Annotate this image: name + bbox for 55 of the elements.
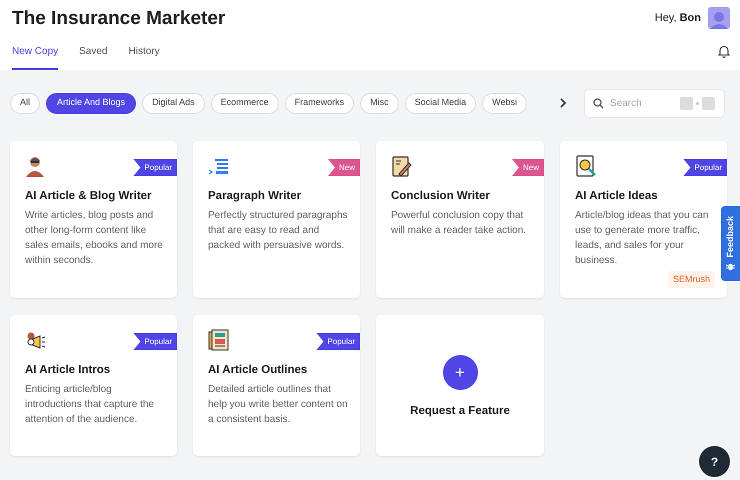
badge: Popular	[133, 333, 177, 350]
category-pill[interactable]: Ecommerce	[210, 92, 279, 114]
bug-icon	[726, 262, 735, 271]
greeting: Hey, Bon	[654, 10, 701, 26]
badge: Popular	[683, 159, 727, 176]
search-bar[interactable]: Search	[584, 88, 725, 118]
card-title: AI Article Ideas	[575, 189, 659, 204]
request-feature-card[interactable]: + Request a Feature	[376, 315, 544, 456]
shortcut-key-icon	[680, 96, 693, 110]
request-feature-label: Request a Feature	[410, 404, 510, 419]
tool-card[interactable]: Popular AI Article Ideas Article/blog ideas that you can use to generate more traffic, leads, and sales for your business. SEMrush	[560, 141, 727, 298]
badge: New	[328, 159, 360, 176]
category-pill[interactable]: Social Media	[404, 92, 476, 114]
category-pill[interactable]: Misc	[360, 92, 399, 114]
card-title: AI Article Intros	[25, 363, 112, 378]
search-field[interactable]: Search	[610, 96, 674, 110]
badge: Popular	[316, 333, 360, 350]
feedback-tab[interactable]: Feedback	[721, 206, 740, 281]
tool-card[interactable]: Popular AI Article Outlines Detailed article outlines that help you write better content on a consistent basis.	[193, 315, 360, 456]
card-title: Conclusion Writer	[391, 189, 491, 204]
category-pill[interactable]: Digital Ads	[142, 92, 205, 114]
person-icon	[25, 155, 46, 177]
card-description: Perfectly structured paragraphs that are easy to read and packed with persuasive words.	[208, 209, 348, 254]
add-button[interactable]: +	[442, 354, 478, 390]
search-icon	[593, 98, 604, 108]
card-title: AI Article & Blog Writer	[25, 189, 153, 204]
shortcut-key-icon	[702, 96, 715, 110]
card-title: AI Article Outlines	[208, 363, 308, 378]
tab[interactable]: Saved	[79, 44, 108, 70]
card-description: Write articles, blog posts and other long-form content like sales emails, ebooks and more within seconds.	[25, 209, 164, 268]
category-pill[interactable]: Websi	[482, 92, 527, 114]
badge: New	[512, 159, 544, 176]
card-description: Detailed article outlines that help you write better content on a consistent basis.	[208, 383, 348, 428]
tab[interactable]: New Copy	[12, 44, 58, 70]
newspaper-icon	[208, 329, 229, 351]
tool-card[interactable]: Popular AI Article & Blog Writer Write articles, blog posts and other long-form content like sales emails, ebooks and more within seconds.	[10, 141, 177, 298]
app-title: The Insurance Marketer	[12, 8, 226, 28]
tag: SEMrush	[668, 270, 715, 288]
card-description: Enticing article/blog introductions that capture the attention of the audience.	[25, 383, 155, 428]
tab[interactable]: History	[128, 44, 160, 70]
tool-card[interactable]: New Conclusion Writer Powerful conclusion copy that will make a reader take action.	[376, 141, 544, 298]
notepad-icon	[391, 155, 412, 177]
category-pill[interactable]: Article And Blogs	[46, 92, 136, 114]
category-pill[interactable]: All	[10, 92, 40, 114]
help-button[interactable]: ?	[699, 446, 730, 477]
card-description: Article/blog ideas that you can use to generate more traffic, leads, and sales for your business.	[575, 209, 710, 268]
magnifier-icon	[575, 155, 596, 177]
category-pill[interactable]: Frameworks	[284, 92, 354, 114]
card-description: Powerful conclusion copy that will make a reader take action.	[391, 209, 528, 238]
badge: Popular	[133, 159, 177, 176]
chevron-right-icon[interactable]	[559, 97, 567, 109]
tool-card[interactable]: Popular AI Article Intros Enticing article/blog introductions that capture the attention of the audience.	[10, 315, 177, 456]
card-title: Paragraph Writer	[208, 189, 302, 204]
tool-card[interactable]: New Paragraph Writer Perfectly structured paragraphs that are easy to read and packed with persuasive words.	[193, 141, 360, 298]
bell-icon[interactable]	[718, 45, 730, 58]
